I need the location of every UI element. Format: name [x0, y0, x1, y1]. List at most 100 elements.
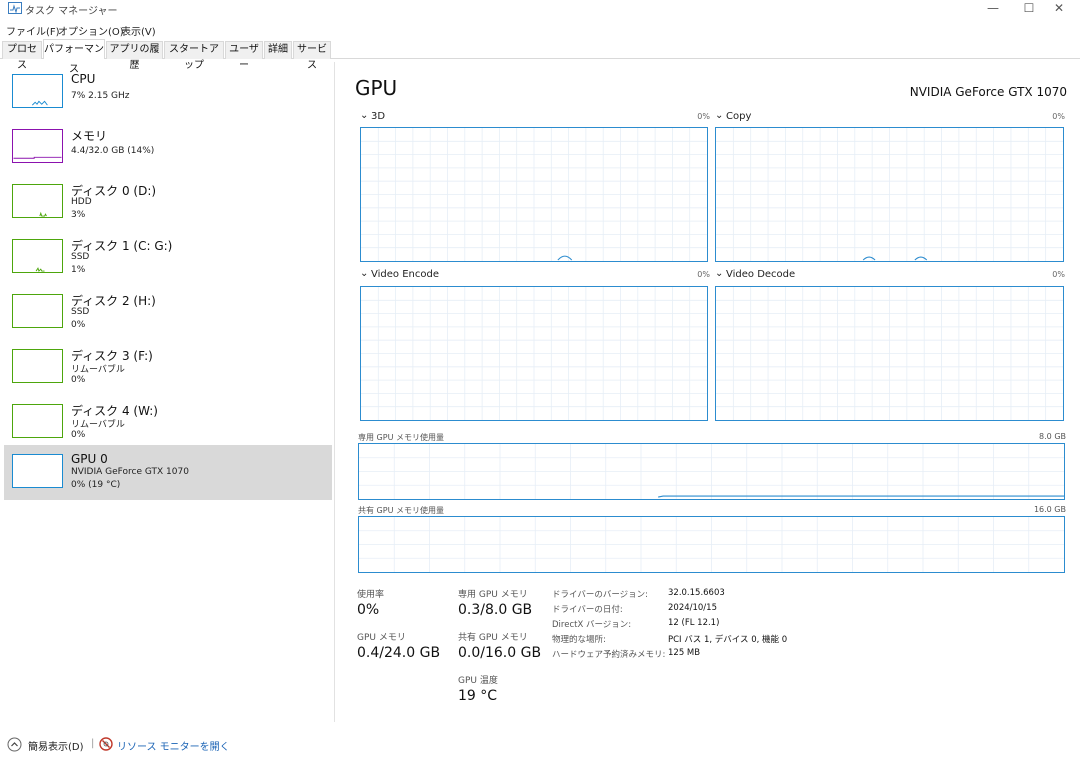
sidebar-item-disk1[interactable]: ディスク 1 (C: G:) SSD 1% [4, 232, 332, 287]
window-title: タスク マネージャー [25, 6, 118, 17]
dedicated-memory-max: 8.0 GB [1039, 432, 1066, 441]
graph-video-decode [715, 286, 1064, 421]
sidebar-item-detail: 3% [71, 210, 86, 220]
fewer-details-button[interactable]: 簡易表示(D) [28, 738, 84, 753]
tab-services[interactable]: サービス [293, 41, 331, 71]
footer-bar: 簡易表示(D) | リソース モニターを開く [0, 733, 1080, 757]
open-resource-monitor-link[interactable]: リソース モニターを開く [117, 738, 230, 753]
sidebar-item-name: GPU 0 [71, 452, 108, 466]
graph-label-3d[interactable]: 3D [371, 111, 385, 122]
cpu-thumbnail-graph [12, 74, 63, 108]
sidebar-item-detail: 0% [71, 375, 86, 385]
graph-label-copy[interactable]: Copy [726, 111, 751, 122]
sidebar-item-detail: 4.4/32.0 GB (14%) [71, 146, 155, 156]
driver-version-value: 32.0.15.6603 [668, 588, 725, 598]
graph-pct-video-encode: 0% [697, 270, 710, 279]
sidebar-item-name: CPU [71, 72, 96, 86]
footer-separator: | [91, 738, 95, 749]
sidebar-item-type: リムーバブル [71, 365, 125, 375]
graph-grid [361, 287, 707, 420]
gpu-temperature-label: GPU 温度 [458, 676, 498, 686]
graph-shared-memory [358, 516, 1065, 573]
sidebar-item-type: リムーバブル [71, 420, 125, 430]
graph-grid [359, 444, 1064, 499]
menu-options[interactable]: オプション(O) [58, 23, 124, 38]
task-manager-icon [8, 2, 22, 14]
graph-video-encode [360, 286, 708, 421]
sidebar-item-type: SSD [71, 252, 90, 262]
tab-startup[interactable]: スタートアップ [164, 41, 224, 71]
gpu-memory-value: 0.4/24.0 GB [357, 645, 441, 661]
shared-gpu-memory-label: 共有 GPU メモリ [458, 633, 528, 643]
shared-gpu-memory-value: 0.0/16.0 GB [458, 645, 542, 661]
graph-grid [361, 128, 707, 261]
graph-dedicated-memory [358, 443, 1065, 500]
chevron-down-icon[interactable]: ⌄ [360, 110, 368, 121]
sidebar-item-detail: 1% [71, 265, 86, 275]
gpu0-thumbnail-graph [12, 454, 63, 488]
tab-processes[interactable]: プロセス [2, 41, 42, 71]
chevron-up-circle-icon[interactable] [7, 737, 22, 752]
title-bar: タスク マネージャー — ☐ ✕ [0, 0, 1080, 18]
gpu-memory-label: GPU メモリ [357, 633, 406, 643]
page-title: GPU [355, 76, 398, 100]
sidebar-item-type: NVIDIA GeForce GTX 1070 [71, 467, 189, 477]
sidebar-item-detail: 0% [71, 320, 86, 330]
graph-grid [716, 128, 1063, 261]
driver-date-label: ドライバーの日付: [552, 605, 623, 615]
menu-bar: ファイル(F) オプション(O) 表示(V) [0, 20, 1080, 38]
driver-version-label: ドライバーのバージョン: [552, 590, 649, 600]
reserved-memory-value: 125 MB [668, 648, 701, 658]
graph-label-video-decode[interactable]: Video Decode [726, 269, 795, 280]
menu-file[interactable]: ファイル(F) [6, 23, 60, 38]
tab-bar: プロセス パフォーマンス アプリの履歴 スタートアップ ユーザー 詳細 サービス [0, 39, 1080, 75]
tab-users[interactable]: ユーザー [225, 41, 263, 71]
graph-grid [359, 517, 1064, 572]
sidebar-item-disk0[interactable]: ディスク 0 (D:) HDD 3% [4, 177, 332, 232]
gpu-temperature-value: 19 °C [458, 688, 498, 704]
graph-pct-video-decode: 0% [1052, 270, 1065, 279]
sidebar-item-disk2[interactable]: ディスク 2 (H:) SSD 0% [4, 287, 332, 342]
menu-view[interactable]: 表示(V) [121, 23, 156, 38]
sidebar-item-memory[interactable]: メモリ 4.4/32.0 GB (14%) [4, 122, 332, 177]
sidebar-item-disk3[interactable]: ディスク 3 (F:) リムーバブル 0% [4, 342, 332, 397]
gpu-model-name: NVIDIA GeForce GTX 1070 [909, 85, 1067, 99]
shared-memory-max: 16.0 GB [1033, 505, 1066, 514]
usage-label: 使用率 [357, 590, 385, 600]
sidebar-item-type: HDD [71, 197, 92, 207]
sidebar-item-detail: 0% (19 °C) [71, 480, 121, 490]
driver-date-value: 2024/10/15 [668, 603, 717, 613]
chevron-down-icon[interactable]: ⌄ [360, 268, 368, 279]
tab-details[interactable]: 詳細 [264, 41, 292, 59]
graph-pct-3d: 0% [697, 112, 710, 121]
physical-location-value: PCI バス 1, デバイス 0, 機能 0 [668, 635, 788, 645]
graph-grid [716, 287, 1063, 420]
sidebar-item-type: SSD [71, 307, 90, 317]
sidebar-item-disk4[interactable]: ディスク 4 (W:) リムーバブル 0% [4, 397, 332, 452]
shared-memory-label: 共有 GPU メモリ使用量 [358, 506, 444, 515]
dedicated-gpu-memory-value: 0.3/8.0 GB [458, 602, 533, 618]
graph-3d [360, 127, 708, 262]
chevron-down-icon[interactable]: ⌄ [715, 268, 723, 279]
disk1-thumbnail-graph [12, 239, 63, 273]
resource-sidebar: CPU 7% 2.15 GHz メモリ 4.4/32.0 GB (14%) ディ… [0, 62, 335, 722]
sidebar-item-gpu0[interactable]: GPU 0 NVIDIA GeForce GTX 1070 0% (19 °C) [4, 445, 332, 500]
sidebar-item-detail: 0% [71, 430, 86, 440]
close-button[interactable]: ✕ [1036, 0, 1080, 18]
resource-monitor-icon[interactable] [99, 737, 113, 751]
usage-value: 0% [357, 602, 380, 618]
graph-label-video-encode[interactable]: Video Encode [371, 269, 439, 280]
sidebar-item-name: メモリ [71, 129, 108, 143]
directx-version-value: 12 (FL 12.1) [668, 618, 720, 628]
directx-version-label: DirectX バージョン: [552, 620, 632, 630]
tab-app-history[interactable]: アプリの履歴 [106, 41, 163, 71]
disk4-thumbnail-graph [12, 404, 63, 438]
disk0-thumbnail-graph [12, 184, 63, 218]
sidebar-item-cpu[interactable]: CPU 7% 2.15 GHz [4, 67, 332, 122]
tab-performance[interactable]: パフォーマンス [43, 39, 105, 75]
physical-location-label: 物理的な場所: [552, 635, 606, 645]
graph-copy [715, 127, 1064, 262]
chevron-down-icon[interactable]: ⌄ [715, 110, 723, 121]
dedicated-gpu-memory-label: 専用 GPU メモリ [458, 590, 528, 600]
sidebar-item-detail: 7% 2.15 GHz [71, 91, 130, 101]
